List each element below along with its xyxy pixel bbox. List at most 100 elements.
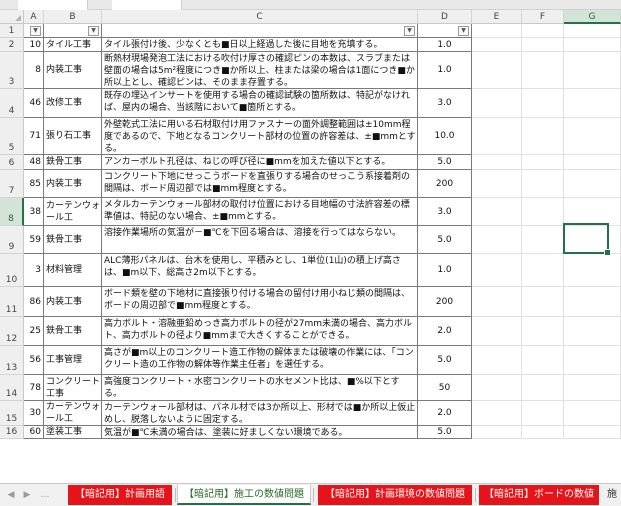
column-header-b[interactable]: B: [44, 10, 102, 24]
empty-cell-f[interactable]: [522, 89, 564, 118]
empty-cell-f[interactable]: [522, 118, 564, 155]
empty-cell-g[interactable]: [564, 155, 621, 170]
empty-cell-g[interactable]: [564, 170, 621, 198]
cell-category[interactable]: 材料管理: [44, 254, 102, 287]
row-header-11[interactable]: 11: [0, 287, 24, 317]
empty-cell-f[interactable]: [522, 254, 564, 287]
cell-category[interactable]: タイル工事: [44, 38, 102, 52]
empty-cell-e[interactable]: [472, 89, 522, 118]
prev-sheet-icon[interactable]: ◀: [4, 488, 18, 502]
empty-cell-g[interactable]: [564, 317, 621, 346]
empty-cell-g[interactable]: [564, 198, 621, 226]
cell-no[interactable]: 8: [24, 52, 44, 89]
cell-no[interactable]: 46: [24, 89, 44, 118]
empty-cell-e[interactable]: [472, 254, 522, 287]
cell-category[interactable]: 内装工事: [44, 170, 102, 198]
filter-header-cell[interactable]: ▼: [44, 24, 102, 38]
row-header-7[interactable]: 7: [0, 170, 24, 198]
empty-cell-e[interactable]: [472, 38, 522, 52]
sheet-tab-construction-numbers[interactable]: 【暗記用】施工の数値問題: [177, 485, 311, 505]
cell-answer[interactable]: 50: [418, 375, 472, 401]
column-header-a[interactable]: A: [24, 10, 44, 24]
empty-cell-f[interactable]: [522, 401, 564, 426]
cell-question[interactable]: 高強度コンクリート・水密コンクリートの水セメント比は、■%以下とする。: [102, 375, 418, 401]
cell-no[interactable]: 48: [24, 155, 44, 170]
cell-question[interactable]: タイル張付け後、少なくとも■日以上経過した後に目地を充填する。: [102, 38, 418, 52]
cell-category[interactable]: 張り石工事: [44, 118, 102, 155]
row-header-13[interactable]: 13: [0, 346, 24, 375]
cell-question[interactable]: 高さが■m以上のコンクリート造工作物の解体または破壊の作業には、「コンクリート造…: [102, 346, 418, 375]
row-header-5[interactable]: 5: [0, 118, 24, 155]
filter-dropdown-icon[interactable]: ▼: [88, 25, 99, 36]
row-header-15[interactable]: 15: [0, 401, 24, 426]
cell-no[interactable]: 59: [24, 226, 44, 254]
empty-cell-e[interactable]: [472, 226, 522, 254]
empty-cell-e[interactable]: [472, 24, 522, 38]
cell-question[interactable]: 外壁乾式工法に用いる石材取付け用ファスナーの面外調整範囲は±10mm程度であるの…: [102, 118, 418, 155]
empty-cell-f[interactable]: [522, 170, 564, 198]
row-header-2[interactable]: 2: [0, 38, 24, 52]
empty-cell-e[interactable]: [472, 375, 522, 401]
cell-category[interactable]: 鉄骨工事: [44, 317, 102, 346]
empty-cell-f[interactable]: [522, 198, 564, 226]
row-header-12[interactable]: 12: [0, 317, 24, 346]
cell-category[interactable]: 鉄骨工事: [44, 155, 102, 170]
empty-cell-g[interactable]: [564, 52, 621, 89]
cell-question[interactable]: メタルカーテンウォール部材の取付け位置における目地幅の寸法許容差の標準値は、特記…: [102, 198, 418, 226]
cell-no[interactable]: 86: [24, 287, 44, 317]
cell-no[interactable]: 60: [24, 426, 44, 439]
empty-cell-f[interactable]: [522, 24, 564, 38]
row-header-9[interactable]: 9: [0, 226, 24, 254]
empty-cell-e[interactable]: [472, 198, 522, 226]
cell-question[interactable]: コンクリート下地にせっこうボードを直張りする場合のせっこう系接着剤の間隔は、ボー…: [102, 170, 418, 198]
empty-cell-f[interactable]: [522, 375, 564, 401]
row-header-8[interactable]: 8: [0, 198, 24, 226]
sheet-tab-planning-terms[interactable]: 【暗記用】計画用語: [68, 485, 172, 505]
cell-no[interactable]: 78: [24, 375, 44, 401]
cell-question[interactable]: 既存の埋込インサートを使用する場合の確認試験の箇所数は、特記がなければ、屋内の場…: [102, 89, 418, 118]
empty-cell-g[interactable]: [564, 254, 621, 287]
empty-cell-f[interactable]: [522, 346, 564, 375]
empty-cell-f[interactable]: [522, 226, 564, 254]
empty-cell-f[interactable]: [522, 317, 564, 346]
active-cell-g8[interactable]: [563, 223, 611, 256]
cell-question[interactable]: 気温が■℃未満の場合は、塗装に好ましくない環境である。: [102, 426, 418, 439]
cell-answer[interactable]: 5.0: [418, 155, 472, 170]
cell-answer[interactable]: 2.0: [418, 317, 472, 346]
cell-category[interactable]: カーテンウォール工: [44, 198, 102, 226]
empty-cell-g[interactable]: [564, 426, 621, 439]
column-header-g[interactable]: G: [564, 10, 621, 24]
cell-no[interactable]: 10: [24, 38, 44, 52]
sheet-tab-board-numbers[interactable]: 【暗記用】ボードの数値: [479, 485, 599, 505]
filter-header-cell[interactable]: ▼: [418, 24, 472, 38]
select-all-button[interactable]: [0, 10, 24, 24]
empty-cell-g[interactable]: [564, 375, 621, 401]
cell-answer[interactable]: 1.0: [418, 38, 472, 52]
cell-no[interactable]: 3: [24, 254, 44, 287]
cell-category[interactable]: 工事管理: [44, 346, 102, 375]
cell-answer[interactable]: 2.0: [418, 401, 472, 426]
cell-category[interactable]: 内装工事: [44, 52, 102, 89]
empty-cell-e[interactable]: [472, 346, 522, 375]
cell-answer[interactable]: 200: [418, 287, 472, 317]
empty-cell-e[interactable]: [472, 287, 522, 317]
cell-answer[interactable]: 3.0: [418, 89, 472, 118]
column-header-c[interactable]: C: [102, 10, 418, 24]
cell-category[interactable]: コンクリート工事: [44, 375, 102, 401]
next-sheet-icon[interactable]: ▶: [20, 488, 34, 502]
cell-answer[interactable]: 3.0: [418, 198, 472, 226]
cell-category[interactable]: 塗装工事: [44, 426, 102, 439]
filter-dropdown-icon[interactable]: ▼: [458, 25, 469, 36]
empty-cell-f[interactable]: [522, 426, 564, 439]
row-header-10[interactable]: 10: [0, 254, 24, 287]
empty-cell-f[interactable]: [522, 38, 564, 52]
empty-cell-g[interactable]: [564, 287, 621, 317]
row-header-1[interactable]: 1: [0, 24, 24, 38]
cell-category[interactable]: 内装工事: [44, 287, 102, 317]
column-header-f[interactable]: F: [522, 10, 564, 24]
empty-cell-e[interactable]: [472, 170, 522, 198]
filter-dropdown-icon[interactable]: ▼: [404, 25, 415, 36]
cell-answer[interactable]: 10.0: [418, 118, 472, 155]
cell-answer[interactable]: 5.0: [418, 346, 472, 375]
empty-cell-f[interactable]: [522, 155, 564, 170]
